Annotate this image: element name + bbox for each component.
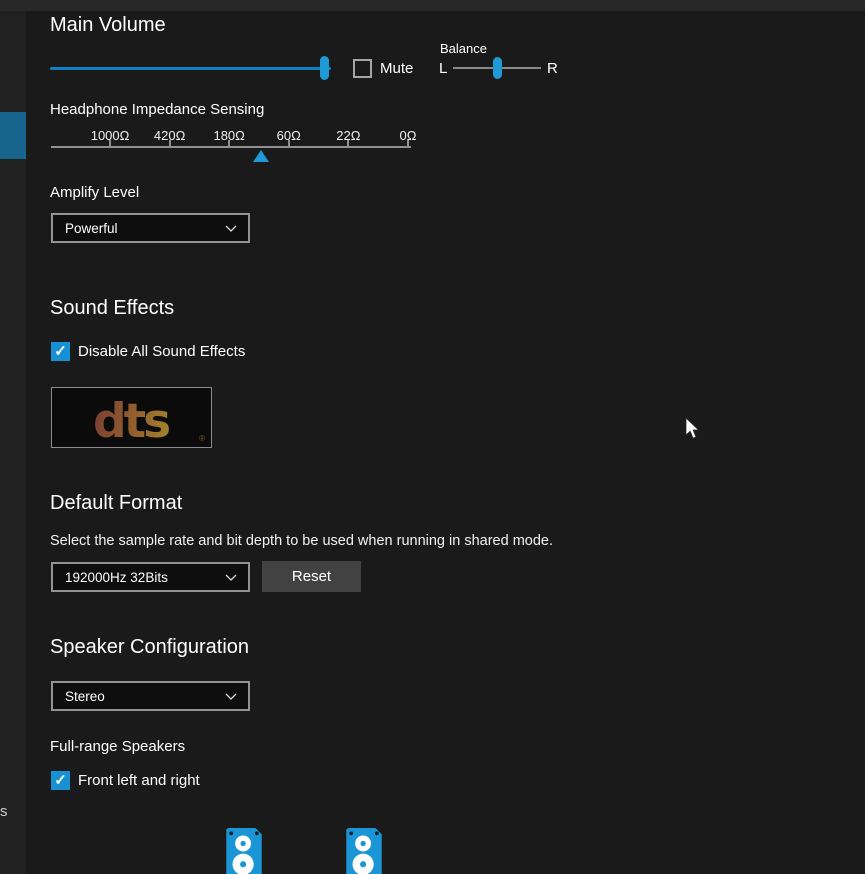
reset-button[interactable]: Reset [262,561,361,592]
amplify-level-dropdown[interactable]: Powerful [51,213,250,243]
amplify-level-value: Powerful [65,220,118,236]
mute-checkbox[interactable]: ✓ [353,59,372,78]
right-speaker-icon[interactable] [344,828,384,874]
front-left-right-label: Front left and right [78,772,200,789]
check-icon: ✓ [54,343,67,360]
sidebar [0,11,26,874]
balance-right-label: R [547,60,558,77]
default-format-title: Default Format [50,492,183,514]
audio-settings-panel: s Main Volume ✓ Mute Balance L R Headpho… [0,0,865,874]
balance-thumb[interactable] [492,57,502,79]
speaker-configuration-title: Speaker Configuration [50,636,250,658]
front-left-right-checkbox[interactable]: ✓ [51,771,70,790]
chevron-down-icon [225,574,237,581]
sidebar-text-fragment: s [0,803,8,820]
main-volume-slider[interactable] [50,56,331,80]
impedance-tick-label: 420Ω [153,128,186,143]
impedance-marker-icon [252,150,269,162]
mute-label: Mute [380,60,414,77]
titlebar-strip [0,0,865,11]
registered-trademark-icon: ® [199,434,205,443]
default-format-value: 192000Hz 32Bits [65,569,168,585]
impedance-tick-label: 180Ω [213,128,245,143]
impedance-tick-label: 1000Ω [90,128,130,143]
impedance-baseline [51,146,411,148]
main-volume-title: Main Volume [50,14,166,36]
impedance-tick-label: 22Ω [336,128,361,143]
impedance-scale: 1000Ω 420Ω 180Ω 60Ω 22Ω 0Ω [51,128,416,165]
speaker-configuration-value: Stereo [65,688,105,704]
sidebar-selected-indicator [0,112,26,159]
dts-logo-text: dts [92,393,171,449]
impedance-tick-label: 60Ω [276,128,301,143]
chevron-down-icon [225,225,237,232]
balance-left-label: L [439,60,448,77]
disable-sound-effects-checkbox[interactable]: ✓ [51,342,70,361]
balance-label: Balance [440,41,487,56]
left-speaker-icon[interactable] [224,828,264,874]
dts-logo: dts ® [51,387,212,448]
volume-thumb[interactable] [320,56,330,80]
fullrange-speakers-label: Full-range Speakers [50,738,186,755]
disable-sound-effects-label: Disable All Sound Effects [78,343,246,360]
impedance-tick-label: 0Ω [399,128,417,143]
speaker-configuration-dropdown[interactable]: Stereo [51,681,250,711]
mouse-cursor-icon [685,417,700,439]
volume-track[interactable] [50,67,331,70]
default-format-dropdown[interactable]: 192000Hz 32Bits [51,562,250,592]
impedance-label: Headphone Impedance Sensing [50,101,265,118]
default-format-description: Select the sample rate and bit depth to … [50,533,553,549]
check-icon: ✓ [54,772,67,789]
amplify-level-label: Amplify Level [50,184,140,201]
chevron-down-icon [225,693,237,700]
sound-effects-title: Sound Effects [50,297,175,319]
